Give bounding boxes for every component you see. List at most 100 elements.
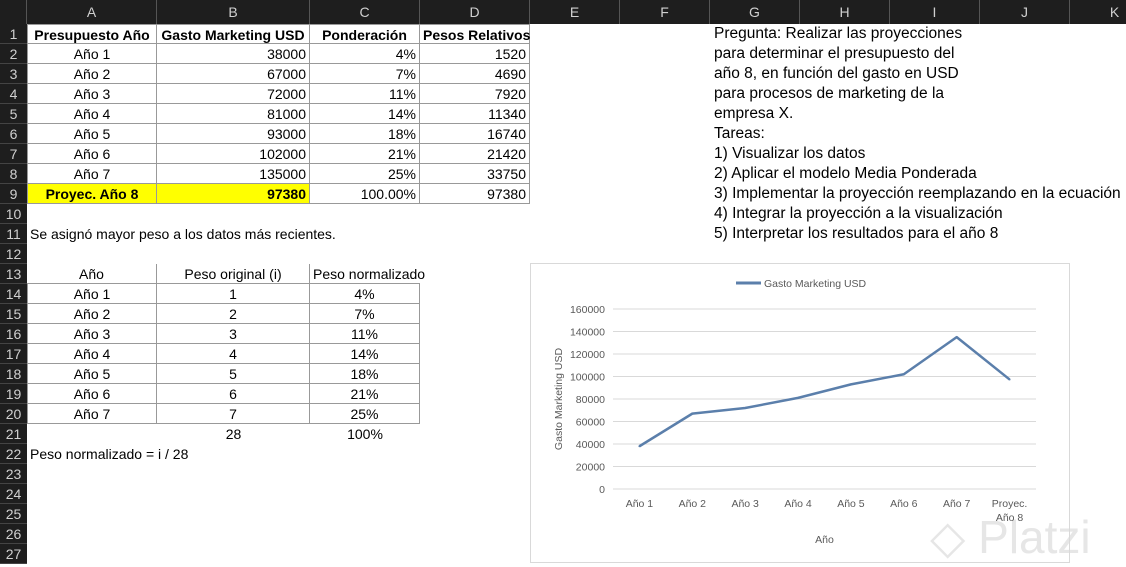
- table2-cell[interactable]: 1: [157, 284, 310, 304]
- table2-cell[interactable]: Año 7: [27, 404, 157, 424]
- table1-cell[interactable]: 67000: [157, 64, 310, 84]
- row-header-15[interactable]: 15: [0, 304, 27, 324]
- table1-cell[interactable]: 38000: [157, 44, 310, 64]
- line-chart[interactable]: 0 20000 40000 60000 80000 100000 120000 140000 1…: [530, 263, 1070, 563]
- projection-cell[interactable]: Proyec. Año 8: [27, 184, 157, 204]
- table1-cell[interactable]: Año 6: [27, 144, 157, 164]
- table1-cell[interactable]: 33750: [420, 164, 530, 184]
- table1-cell[interactable]: 4690: [420, 64, 530, 84]
- table2-cell[interactable]: 14%: [310, 344, 420, 364]
- column-header-K[interactable]: K: [1070, 0, 1126, 24]
- table1-cell[interactable]: 81000: [157, 104, 310, 124]
- row-header-20[interactable]: 20: [0, 404, 27, 424]
- row-header-26[interactable]: 26: [0, 524, 27, 544]
- table2-cell[interactable]: Año 5: [27, 364, 157, 384]
- row-header-16[interactable]: 16: [0, 324, 27, 344]
- column-header-D[interactable]: D: [420, 0, 530, 24]
- row-header-23[interactable]: 23: [0, 464, 27, 484]
- table2-total[interactable]: 28: [157, 424, 310, 444]
- row-header-24[interactable]: 24: [0, 484, 27, 504]
- row-header-19[interactable]: 19: [0, 384, 27, 404]
- table1-cell[interactable]: 11%: [310, 84, 420, 104]
- table2-cell[interactable]: Año 1: [27, 284, 157, 304]
- table2-cell[interactable]: 11%: [310, 324, 420, 344]
- table1-cell[interactable]: 18%: [310, 124, 420, 144]
- row-header-2[interactable]: 2: [0, 44, 27, 64]
- row-header-1[interactable]: 1: [0, 24, 27, 44]
- column-header-I[interactable]: I: [890, 0, 980, 24]
- row-header-4[interactable]: 4: [0, 84, 27, 104]
- row-header-8[interactable]: 8: [0, 164, 27, 184]
- row-header-21[interactable]: 21: [0, 424, 27, 444]
- table2-cell[interactable]: 25%: [310, 404, 420, 424]
- table1-cell[interactable]: Año 1: [27, 44, 157, 64]
- column-header-B[interactable]: B: [157, 0, 310, 24]
- row-header-11[interactable]: 11: [0, 224, 27, 244]
- table1-cell[interactable]: 72000: [157, 84, 310, 104]
- row-header-12[interactable]: 12: [0, 244, 27, 264]
- table1-header[interactable]: Pesos Relativos: [420, 24, 530, 44]
- table2-cell[interactable]: 18%: [310, 364, 420, 384]
- table2-cell[interactable]: Año 4: [27, 344, 157, 364]
- table2-cell[interactable]: 4%: [310, 284, 420, 304]
- column-header-H[interactable]: H: [800, 0, 890, 24]
- table1-cell[interactable]: 93000: [157, 124, 310, 144]
- table1-cell[interactable]: 25%: [310, 164, 420, 184]
- row-header-22[interactable]: 22: [0, 444, 27, 464]
- projection-cell[interactable]: 100.00%: [310, 184, 420, 204]
- projection-cell[interactable]: 97380: [420, 184, 530, 204]
- table1-header[interactable]: Presupuesto Año: [27, 24, 157, 44]
- note-text[interactable]: Se asignó mayor peso a los datos más rec…: [27, 224, 427, 244]
- row-header-14[interactable]: 14: [0, 284, 27, 304]
- table1-cell[interactable]: 102000: [157, 144, 310, 164]
- column-header-F[interactable]: F: [620, 0, 710, 24]
- row-header-9[interactable]: 9: [0, 184, 27, 204]
- projection-cell[interactable]: 97380: [157, 184, 310, 204]
- column-header-G[interactable]: G: [710, 0, 800, 24]
- table1-cell[interactable]: 7920: [420, 84, 530, 104]
- table2-header[interactable]: Peso normalizado: [310, 264, 425, 284]
- row-header-5[interactable]: 5: [0, 104, 27, 124]
- row-header-18[interactable]: 18: [0, 364, 27, 384]
- column-header-J[interactable]: J: [980, 0, 1070, 24]
- table2-cell[interactable]: 5: [157, 364, 310, 384]
- table1-cell[interactable]: 16740: [420, 124, 530, 144]
- table1-cell[interactable]: Año 2: [27, 64, 157, 84]
- row-header-25[interactable]: 25: [0, 504, 27, 524]
- table1-header[interactable]: Gasto Marketing USD: [157, 24, 310, 44]
- table1-cell[interactable]: Año 4: [27, 104, 157, 124]
- row-header-6[interactable]: 6: [0, 124, 27, 144]
- row-header-13[interactable]: 13: [0, 264, 27, 284]
- table1-cell[interactable]: Año 3: [27, 84, 157, 104]
- table2-header[interactable]: Peso original (i): [157, 264, 310, 284]
- table2-cell[interactable]: Año 2: [27, 304, 157, 324]
- table2-cell[interactable]: 21%: [310, 384, 420, 404]
- row-header-17[interactable]: 17: [0, 344, 27, 364]
- column-header-E[interactable]: E: [530, 0, 620, 24]
- table2-cell[interactable]: 7%: [310, 304, 420, 324]
- table1-cell[interactable]: 7%: [310, 64, 420, 84]
- table2-cell[interactable]: 4: [157, 344, 310, 364]
- table1-cell[interactable]: 135000: [157, 164, 310, 184]
- column-header-C[interactable]: C: [310, 0, 420, 24]
- table1-cell[interactable]: 14%: [310, 104, 420, 124]
- table1-cell[interactable]: 4%: [310, 44, 420, 64]
- row-header-7[interactable]: 7: [0, 144, 27, 164]
- table2-cell[interactable]: 3: [157, 324, 310, 344]
- table1-cell[interactable]: Año 7: [27, 164, 157, 184]
- row-header-10[interactable]: 10: [0, 204, 27, 224]
- table1-cell[interactable]: 11340: [420, 104, 530, 124]
- table2-cell[interactable]: Año 3: [27, 324, 157, 344]
- table2-total[interactable]: 100%: [310, 424, 420, 444]
- table1-cell[interactable]: 21%: [310, 144, 420, 164]
- formula-note[interactable]: Peso normalizado = i / 28: [27, 444, 327, 464]
- table1-header[interactable]: Ponderación: [310, 24, 420, 44]
- row-header-3[interactable]: 3: [0, 64, 27, 84]
- select-all-corner[interactable]: [0, 0, 27, 24]
- table2-cell[interactable]: 7: [157, 404, 310, 424]
- table2-cell[interactable]: 6: [157, 384, 310, 404]
- column-header-A[interactable]: A: [27, 0, 157, 24]
- table1-cell[interactable]: 21420: [420, 144, 530, 164]
- table2-cell[interactable]: 2: [157, 304, 310, 324]
- table1-cell[interactable]: Año 5: [27, 124, 157, 144]
